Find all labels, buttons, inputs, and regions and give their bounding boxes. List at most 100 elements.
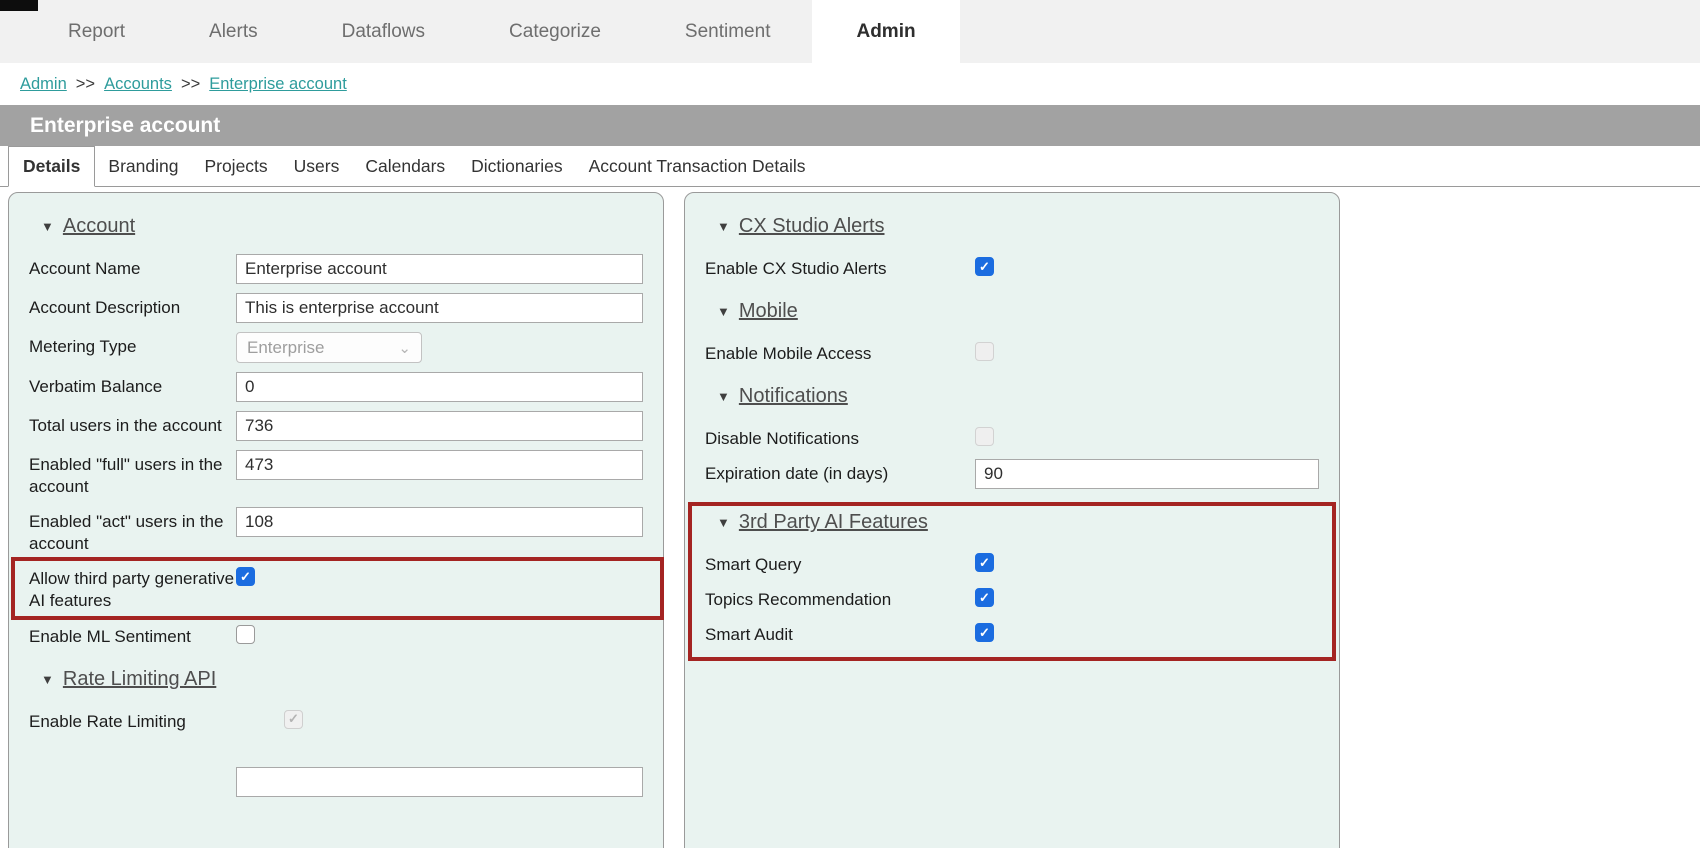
breadcrumb: Admin >> Accounts >> Enterprise account	[0, 63, 1700, 105]
form-row-disable-notifications: Disable Notifications ✓	[705, 424, 1319, 450]
collapse-triangle-icon: ▼	[717, 219, 730, 234]
nav-tab-alerts[interactable]: Alerts	[167, 0, 300, 63]
tab-calendars[interactable]: Calendars	[352, 146, 458, 186]
nav-tab-dataflows[interactable]: Dataflows	[300, 0, 467, 63]
form-row-verbatim-balance: Verbatim Balance	[29, 372, 643, 402]
collapse-triangle-icon: ▼	[41, 219, 54, 234]
section-header-notifications[interactable]: ▼ Notifications	[717, 385, 1319, 408]
section-header-rate-limiting[interactable]: ▼ Rate Limiting API	[41, 668, 643, 691]
section-title-rate-limiting: Rate Limiting API	[63, 668, 216, 691]
form-row-account-description: Account Description	[29, 293, 643, 323]
form-row-full-users: Enabled "full" users in the account	[29, 450, 643, 498]
collapse-triangle-icon: ▼	[717, 304, 730, 319]
expiration-days-label: Expiration date (in days)	[705, 459, 975, 485]
section-title-third-party-ai: 3rd Party AI Features	[739, 511, 928, 534]
section-title-cx-studio-alerts: CX Studio Alerts	[739, 215, 885, 238]
enable-rate-limiting-checkbox: ✓	[284, 710, 303, 729]
smart-query-label: Smart Query	[705, 550, 975, 576]
section-header-cx-studio-alerts[interactable]: ▼ CX Studio Alerts	[717, 215, 1319, 238]
account-name-label: Account Name	[29, 254, 236, 280]
disable-notifications-label: Disable Notifications	[705, 424, 975, 450]
act-users-input[interactable]	[236, 507, 643, 537]
topics-recommendation-checkbox[interactable]: ✓	[975, 588, 994, 607]
form-row-allow-third-party-ai: Allow third party generative AI features…	[29, 564, 643, 612]
form-row-enable-mobile-access: Enable Mobile Access ✓	[705, 339, 1319, 365]
section-header-third-party-ai[interactable]: ▼ 3rd Party AI Features	[717, 511, 1319, 534]
disable-notifications-checkbox[interactable]: ✓	[975, 427, 994, 446]
account-settings-panel: ▼ Account Account Name Account Descripti…	[8, 192, 664, 848]
verbatim-balance-label: Verbatim Balance	[29, 372, 236, 398]
enable-ml-sentiment-label: Enable ML Sentiment	[29, 622, 236, 648]
breadcrumb-separator: >>	[181, 75, 200, 94]
breadcrumb-link-admin[interactable]: Admin	[20, 75, 67, 94]
enable-mobile-access-checkbox[interactable]: ✓	[975, 342, 994, 361]
enable-cx-studio-alerts-checkbox[interactable]: ✓	[975, 257, 994, 276]
account-description-label: Account Description	[29, 293, 236, 319]
form-row-smart-query: Smart Query ✓	[705, 550, 1319, 576]
form-row-metering-type: Metering Type Enterprise ⌄	[29, 332, 643, 363]
smart-audit-label: Smart Audit	[705, 620, 975, 646]
expiration-days-input[interactable]	[975, 459, 1319, 489]
tab-projects[interactable]: Projects	[191, 146, 280, 186]
form-row-enable-rate-limiting: Enable Rate Limiting ✓	[29, 707, 643, 733]
section-tabs: Details Branding Projects Users Calendar…	[0, 146, 1700, 187]
check-icon: ✓	[979, 555, 990, 571]
check-icon: ✓	[979, 259, 990, 275]
check-icon: ✓	[288, 711, 299, 727]
breadcrumb-separator: >>	[76, 75, 95, 94]
nav-tab-sentiment[interactable]: Sentiment	[643, 0, 813, 63]
smart-query-checkbox[interactable]: ✓	[975, 553, 994, 572]
allow-third-party-ai-checkbox[interactable]: ✓	[236, 567, 255, 586]
rate-limit-partial-input[interactable]	[236, 767, 643, 797]
nav-tab-report[interactable]: Report	[26, 0, 167, 63]
form-row-act-users: Enabled "act" users in the account	[29, 507, 643, 555]
check-icon: ✓	[979, 625, 990, 641]
section-header-mobile[interactable]: ▼ Mobile	[717, 300, 1319, 323]
enable-mobile-access-label: Enable Mobile Access	[705, 339, 975, 365]
check-icon: ✓	[979, 590, 990, 606]
verbatim-balance-input[interactable]	[236, 372, 643, 402]
metering-type-value: Enterprise	[247, 338, 324, 358]
full-users-label: Enabled "full" users in the account	[29, 450, 236, 498]
page-header: Enterprise account	[0, 105, 1700, 146]
top-left-black-bar	[0, 0, 38, 11]
nav-tab-admin[interactable]: Admin	[812, 0, 959, 63]
nav-tab-categorize[interactable]: Categorize	[467, 0, 643, 63]
alerts-settings-panel: ▼ CX Studio Alerts Enable CX Studio Aler…	[684, 192, 1340, 848]
chevron-down-icon: ⌄	[398, 339, 411, 357]
breadcrumb-link-enterprise-account[interactable]: Enterprise account	[209, 75, 347, 94]
breadcrumb-link-accounts[interactable]: Accounts	[104, 75, 172, 94]
tab-users[interactable]: Users	[281, 146, 353, 186]
smart-audit-checkbox[interactable]: ✓	[975, 623, 994, 642]
form-row-account-name: Account Name	[29, 254, 643, 284]
tab-dictionaries[interactable]: Dictionaries	[458, 146, 575, 186]
topics-recommendation-label: Topics Recommendation	[705, 585, 975, 611]
allow-third-party-ai-label: Allow third party generative AI features	[29, 564, 236, 612]
collapse-triangle-icon: ▼	[717, 389, 730, 404]
form-row-topics-recommendation: Topics Recommendation ✓	[705, 585, 1319, 611]
full-users-input[interactable]	[236, 450, 643, 480]
section-title-account: Account	[63, 215, 135, 238]
form-row-enable-ml-sentiment: Enable ML Sentiment ✓	[29, 622, 643, 648]
total-users-label: Total users in the account	[29, 411, 236, 437]
section-header-account[interactable]: ▼ Account	[41, 215, 643, 238]
metering-type-label: Metering Type	[29, 332, 236, 358]
tab-branding[interactable]: Branding	[95, 146, 191, 186]
section-title-notifications: Notifications	[739, 385, 848, 408]
tab-details[interactable]: Details	[8, 146, 95, 187]
top-navigation: Report Alerts Dataflows Categorize Senti…	[0, 0, 1700, 63]
third-party-ai-section: ▼ 3rd Party AI Features Smart Query ✓ To…	[705, 511, 1319, 646]
tab-account-transaction-details[interactable]: Account Transaction Details	[576, 146, 819, 186]
section-title-mobile: Mobile	[739, 300, 798, 323]
enable-ml-sentiment-checkbox[interactable]: ✓	[236, 625, 255, 644]
form-row-smart-audit: Smart Audit ✓	[705, 620, 1319, 646]
form-row-expiration-days: Expiration date (in days)	[705, 459, 1319, 489]
metering-type-select[interactable]: Enterprise ⌄	[236, 332, 422, 363]
page-title: Enterprise account	[30, 114, 220, 138]
collapse-triangle-icon: ▼	[717, 515, 730, 530]
total-users-input[interactable]	[236, 411, 643, 441]
act-users-label: Enabled "act" users in the account	[29, 507, 236, 555]
account-description-input[interactable]	[236, 293, 643, 323]
enable-rate-limiting-label: Enable Rate Limiting	[29, 707, 236, 733]
account-name-input[interactable]	[236, 254, 643, 284]
